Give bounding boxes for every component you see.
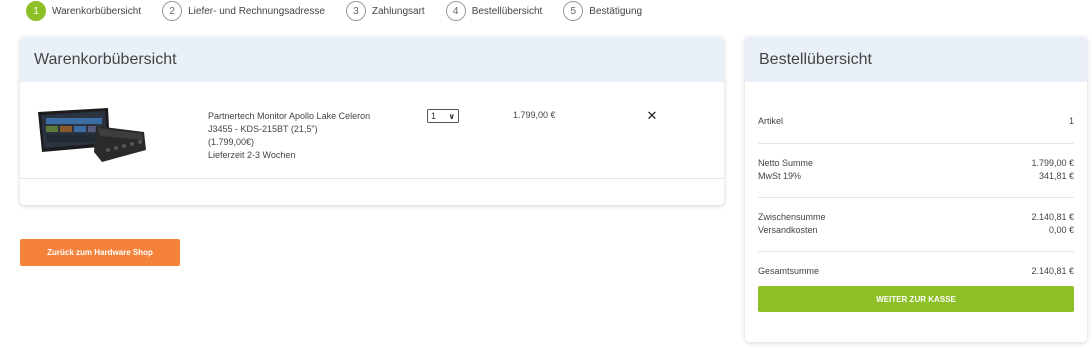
step-number: 2 bbox=[162, 1, 183, 21]
step-number: 4 bbox=[445, 1, 466, 21]
step-label: Zahlungsart bbox=[371, 5, 425, 17]
chevron-down-icon: ∨ bbox=[448, 111, 456, 121]
summary-total: Gesamtsumme 2.140,81 € bbox=[758, 252, 1074, 286]
product-name-line2[interactable]: J3455 - KDS-215BT (21,5") bbox=[208, 123, 413, 136]
step-number: 5 bbox=[563, 1, 584, 21]
vat-value: 341,81 € bbox=[1038, 171, 1074, 181]
cart-panel-title: Warenkorbübersicht bbox=[20, 37, 724, 82]
step-payment[interactable]: 3 Zahlungsart bbox=[345, 1, 425, 21]
summary-subtotal: Zwischensumme 2.140,81 € Versandkosten 0… bbox=[758, 198, 1074, 252]
summary-net: Netto Summe 1.799,00 € MwSt 19% 341,81 € bbox=[758, 144, 1074, 198]
item-price: 1.799,00 € bbox=[513, 110, 556, 120]
cart-item-row: Partnertech Monitor Apollo Lake Celeron … bbox=[20, 82, 724, 179]
summary-panel-title: Bestellübersicht bbox=[745, 37, 1087, 82]
step-number: 1 bbox=[26, 1, 46, 21]
shipping-label: Versandkosten bbox=[758, 225, 818, 235]
step-address[interactable]: 2 Liefer- und Rechnungsadresse bbox=[162, 1, 325, 21]
close-icon[interactable]: ✕ bbox=[644, 108, 660, 124]
summary-articles: Artikel 1 bbox=[758, 82, 1074, 144]
back-to-shop-button[interactable]: Zurück zum Hardware Shop bbox=[20, 239, 180, 266]
step-cart-overview[interactable]: 1 Warenkorbübersicht bbox=[26, 1, 141, 21]
net-total-label: Netto Summe bbox=[758, 158, 814, 168]
subtotal-value: 2.140,81 € bbox=[1031, 212, 1074, 222]
step-label: Warenkorbübersicht bbox=[52, 5, 142, 17]
articles-label: Artikel bbox=[758, 116, 784, 126]
total-value: 2.140,81 € bbox=[1031, 266, 1074, 276]
product-unit-price: (1.799,00€) bbox=[208, 137, 255, 147]
order-summary-panel: Bestellübersicht Artikel 1 Netto Summe 1… bbox=[745, 37, 1087, 342]
net-total-value: 1.799,00 € bbox=[1031, 158, 1074, 168]
step-order-overview[interactable]: 4 Bestellübersicht bbox=[445, 1, 543, 21]
product-info: Partnertech Monitor Apollo Lake Celeron … bbox=[208, 110, 413, 162]
product-delivery-time: Lieferzeit 2-3 Wochen bbox=[208, 150, 296, 160]
vat-label: MwSt 19% bbox=[758, 171, 802, 181]
quantity-select[interactable]: 1 ∨ bbox=[427, 109, 459, 123]
quantity-value: 1 bbox=[431, 111, 437, 121]
articles-count: 1 bbox=[1068, 116, 1074, 126]
step-label: Bestätigung bbox=[589, 5, 643, 17]
checkout-steps: 1 Warenkorbübersicht 2 Liefer- und Rechn… bbox=[26, 0, 663, 22]
step-confirmation[interactable]: 5 Bestätigung bbox=[563, 1, 642, 21]
checkout-button[interactable]: WEITER ZUR KASSE bbox=[758, 286, 1074, 312]
summary-body: Artikel 1 Netto Summe 1.799,00 € MwSt 19… bbox=[758, 82, 1074, 312]
shipping-value: 0,00 € bbox=[1048, 225, 1074, 235]
subtotal-label: Zwischensumme bbox=[758, 212, 826, 222]
step-number: 3 bbox=[345, 1, 366, 21]
product-name-line1[interactable]: Partnertech Monitor Apollo Lake Celeron bbox=[208, 110, 413, 123]
product-monitor-image[interactable] bbox=[36, 106, 148, 164]
step-label: Bestellübersicht bbox=[471, 5, 543, 17]
step-label: Liefer- und Rechnungsadresse bbox=[188, 5, 325, 17]
total-label: Gesamtsumme bbox=[758, 266, 820, 276]
cart-panel: Warenkorbübersicht Partnertech Monitor A… bbox=[20, 37, 724, 205]
